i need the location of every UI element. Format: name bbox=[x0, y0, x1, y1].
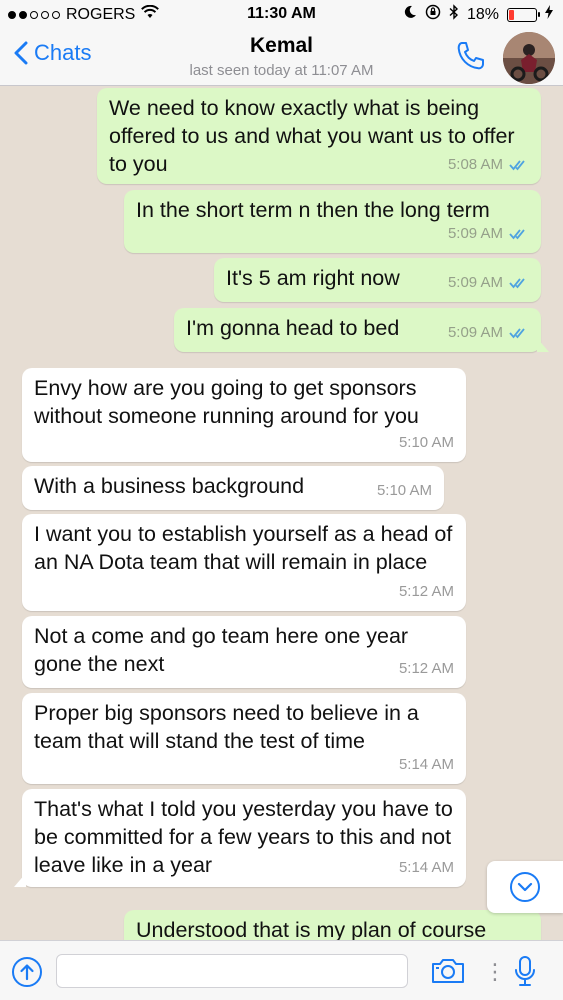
message-bubble[interactable]: I want you to establish yourself as a he… bbox=[22, 514, 466, 611]
chat-header: Chats Kemal last seen today at 11:07 AM bbox=[0, 30, 563, 86]
status-bar: ROGERS 11:30 AM 18% bbox=[0, 0, 563, 30]
camera-button[interactable] bbox=[430, 957, 466, 990]
message-time: 5:10 AM bbox=[398, 434, 454, 451]
battery-level bbox=[509, 9, 514, 20]
message-meta: 5:10 AM bbox=[399, 429, 454, 457]
message-meta: 5:08 AM bbox=[448, 151, 529, 179]
message-text: That's what I told you yesterday you hav… bbox=[34, 797, 459, 877]
message-time: 5:10 AM bbox=[376, 482, 432, 499]
message-meta: 5:10 AM bbox=[377, 477, 432, 505]
message-time: 5:14 AM bbox=[398, 859, 454, 876]
separator-dots: ⋮ bbox=[484, 959, 506, 984]
message-time: 5:08 AM bbox=[447, 156, 503, 173]
message-bubble[interactable]: In the short term n then the long term 5… bbox=[124, 190, 541, 253]
message-bubble[interactable]: Not a come and go team here one year gon… bbox=[22, 616, 466, 688]
message-text: Not a come and go team here one year gon… bbox=[34, 624, 415, 676]
bubble-tail bbox=[14, 873, 26, 887]
message-time: 5:12 AM bbox=[398, 660, 454, 677]
message-text: I want you to establish yourself as a he… bbox=[34, 522, 459, 574]
message-meta: 5:12 AM bbox=[399, 655, 454, 683]
message-meta: 5:09 AM bbox=[448, 319, 529, 347]
message-bubble[interactable]: Understood that is my plan of course bbox=[124, 910, 541, 940]
message-bubble[interactable]: Envy how are you going to get sponsors w… bbox=[22, 368, 466, 462]
message-meta: 5:09 AM bbox=[448, 269, 529, 297]
voice-message-button[interactable] bbox=[513, 955, 537, 992]
message-bubble[interactable]: With a business background 5:10 AM bbox=[22, 466, 444, 510]
message-bubble[interactable]: That's what I told you yesterday you hav… bbox=[14, 789, 466, 887]
message-time: 5:09 AM bbox=[447, 274, 503, 291]
camera-icon bbox=[432, 959, 464, 983]
scroll-down-icon bbox=[510, 872, 540, 902]
mic-icon bbox=[515, 956, 535, 986]
phone-icon bbox=[457, 42, 484, 70]
message-time: 5:09 AM bbox=[447, 225, 503, 242]
message-text: With a business background bbox=[34, 474, 305, 498]
voice-call-button[interactable] bbox=[455, 40, 487, 77]
message-text: Proper big sponsors need to believe in a… bbox=[34, 701, 425, 753]
double-check-icon bbox=[509, 278, 525, 289]
message-time: 5:09 AM bbox=[447, 324, 503, 341]
moon-icon bbox=[403, 5, 417, 24]
contact-avatar[interactable] bbox=[503, 32, 555, 84]
message-meta: 5:14 AM bbox=[399, 854, 454, 882]
bluetooth-icon bbox=[449, 4, 459, 25]
battery-percent: 18% bbox=[466, 5, 499, 23]
message-time: 5:12 AM bbox=[398, 583, 454, 600]
message-bubble[interactable]: It's 5 am right now 5:09 AM bbox=[214, 258, 541, 302]
orientation-lock-icon bbox=[425, 4, 441, 25]
double-check-icon bbox=[509, 328, 525, 339]
bubble-tail bbox=[537, 338, 549, 352]
scroll-to-bottom-button[interactable] bbox=[487, 861, 563, 913]
message-meta: 5:12 AM bbox=[399, 578, 454, 606]
attach-button[interactable] bbox=[11, 956, 43, 993]
message-input[interactable] bbox=[56, 954, 408, 988]
composer-bar: ⋮ bbox=[0, 940, 563, 1000]
message-meta: 5:14 AM bbox=[399, 751, 454, 779]
message-text: Understood that is my plan of course bbox=[136, 918, 487, 940]
message-bubble[interactable]: I'm gonna head to bed 5:09 AM bbox=[174, 308, 549, 352]
message-text: Envy how are you going to get sponsors w… bbox=[34, 376, 423, 428]
message-time: 5:14 AM bbox=[398, 756, 454, 773]
double-check-icon bbox=[509, 229, 525, 240]
double-check-icon bbox=[509, 160, 525, 171]
message-list[interactable]: We need to know exactly what is being of… bbox=[0, 86, 563, 940]
upload-icon bbox=[12, 957, 42, 987]
message-bubble[interactable]: Proper big sponsors need to believe in a… bbox=[22, 693, 466, 784]
message-meta: 5:09 AM bbox=[448, 220, 529, 248]
message-bubble[interactable]: We need to know exactly what is being of… bbox=[97, 88, 541, 184]
battery-icon bbox=[507, 7, 540, 22]
status-right: 18% bbox=[403, 4, 553, 25]
charging-icon bbox=[545, 5, 553, 24]
